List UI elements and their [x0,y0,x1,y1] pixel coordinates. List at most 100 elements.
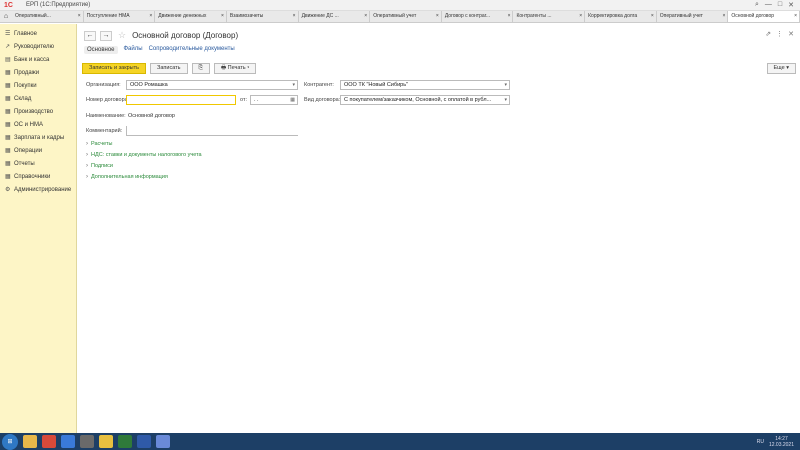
sidebar-item-sales[interactable]: ▦ Продажи [0,66,76,79]
sidebar-item-operations[interactable]: ▦ Операции [0,144,76,157]
date-label: от: [240,97,247,103]
close-button[interactable]: ✕ [788,1,794,9]
close-tab-icon[interactable]: × [78,11,81,22]
forward-button[interactable]: → [100,30,112,41]
word-icon[interactable] [137,435,151,448]
contract-type-value: С покупателем/заказчиком, Основной, с оп… [344,97,492,103]
group-label: Подписи [91,163,113,169]
tab-3[interactable]: Движение денежных × [155,11,227,22]
back-button[interactable]: ← [84,30,96,41]
save-close-button[interactable]: Записать и закрыть [82,63,147,74]
image-viewer-icon[interactable] [156,435,170,448]
attach-icon[interactable]: ⎘ [191,63,210,74]
chevron-down-icon[interactable]: ▾ [504,96,507,104]
system-tray: RU 14:27 12.03.2021 [757,436,800,448]
clock[interactable]: 14:27 12.03.2021 [769,436,794,448]
tab-1[interactable]: Оперативный... × [12,11,84,22]
close-tab-icon[interactable]: × [722,11,725,22]
tab-7[interactable]: Договор с контраг... × [442,11,514,22]
section-files[interactable]: Файлы [124,46,143,54]
group-signatures[interactable]: › Подписи [86,163,113,169]
tab-label: Корректировка долга [588,13,638,19]
section-main[interactable]: Основное [84,46,118,54]
os-taskbar: ⊞ RU 14:27 12.03.2021 [0,433,800,450]
tab-label: Контрагенты ... [516,13,552,19]
sidebar: ☰ Главное ↗ Руководителю ▤ Банк и касса ▦ Пр… [0,24,77,433]
print-button[interactable]: 🖶 Печать ▾ [213,63,257,74]
close-form-icon[interactable]: ✕ [788,30,794,38]
tab-9[interactable]: Корректировка долга × [585,11,657,22]
sidebar-item-purchases[interactable]: ▦ Покупки [0,79,76,92]
sidebar-item-catalogs[interactable]: ▦ Справочники [0,170,76,183]
date-field[interactable]: . . ▦ [250,95,298,105]
contract-type-field[interactable]: С покупателем/заказчиком, Основной, с оп… [340,95,510,105]
close-tab-icon[interactable]: × [651,11,654,22]
close-tab-icon[interactable]: × [364,11,367,22]
sidebar-item-assets[interactable]: ▦ ОС и НМА [0,118,76,131]
tab-8[interactable]: Контрагенты ... × [513,11,586,22]
link-icon[interactable]: ⇗ [765,30,771,38]
save-button[interactable]: Записать [150,63,188,74]
tab-10[interactable]: Оперативный учет × [657,11,729,22]
minimize-button[interactable]: — [765,1,772,9]
search-icon[interactable]: ⌕ [755,1,759,9]
more-icon[interactable]: ⋮ [776,30,783,38]
tab-6[interactable]: Оперативный учет × [370,11,442,22]
home-icon[interactable]: ⌂ [0,11,12,22]
maximize-button[interactable]: □ [778,1,782,9]
app-logo: 1С [4,1,13,9]
chevron-down-icon[interactable]: ▾ [504,81,507,89]
counterparty-field[interactable]: ООО ТК "Новый Сибирь" ▾ [340,80,510,90]
close-tab-icon[interactable]: × [794,11,797,22]
group-additional-info[interactable]: › Дополнительная информация [86,174,168,180]
language-indicator[interactable]: RU [757,439,764,445]
group-vat[interactable]: › НДС: ставки и документы налогового учет… [86,152,202,158]
calendar-icon[interactable]: ▦ [290,96,295,104]
more-button[interactable]: Еще ▾ [766,63,796,74]
number-label: Номер договора: [86,97,130,103]
tab-2[interactable]: Поступление НМА × [84,11,156,22]
sidebar-item-bank[interactable]: ▤ Банк и касса [0,53,76,66]
tab-4[interactable]: Взаимозачеты × [227,11,299,22]
chevron-down-icon[interactable]: ▾ [292,81,295,89]
sidebar-item-reports[interactable]: ▦ Отчеты [0,157,76,170]
excel-icon[interactable] [118,435,132,448]
close-tab-icon[interactable]: × [579,11,582,22]
close-tab-icon[interactable]: × [149,11,152,22]
number-field[interactable] [126,95,236,105]
gear-icon: ⚙ [5,187,11,193]
tab-5[interactable]: Движение ДС ... × [299,11,371,22]
section-docs[interactable]: Сопроводительные документы [149,46,235,54]
start-button[interactable]: ⊞ [2,433,18,450]
folder-icon[interactable] [23,435,37,448]
sidebar-item-salary[interactable]: ▦ Зарплата и кадры [0,131,76,144]
report-icon: ▦ [5,161,11,167]
name-value[interactable]: Основной договор [128,113,175,119]
sidebar-item-label: Производство [14,108,54,115]
sidebar-item-label: Операции [14,147,43,154]
sidebar-item-warehouse[interactable]: ▦ Склад [0,92,76,105]
org-label: Организация: [86,82,121,88]
close-tab-icon[interactable]: × [221,11,224,22]
tab-11-active[interactable]: Основной договор × [728,11,800,22]
sidebar-item-main[interactable]: ☰ Главное [0,27,76,40]
sidebar-item-manager[interactable]: ↗ Руководителю [0,40,76,53]
ie-icon[interactable] [61,435,75,448]
close-tab-icon[interactable]: × [508,11,511,22]
browser-icon[interactable] [42,435,56,448]
date-value: . . [254,97,259,103]
calculator-icon[interactable] [80,435,94,448]
assets-icon: ▦ [5,122,11,128]
onec-icon[interactable] [99,435,113,448]
org-field[interactable]: ООО Ромашка ▾ [126,80,298,90]
sidebar-item-production[interactable]: ▦ Производство [0,105,76,118]
comment-field[interactable] [126,126,298,136]
star-icon[interactable]: ☆ [118,30,126,41]
counterparty-label: Контрагент: [304,82,334,88]
menu-icon: ☰ [5,31,11,37]
factory-icon: ▦ [5,109,11,115]
close-tab-icon[interactable]: × [293,11,296,22]
close-tab-icon[interactable]: × [436,11,439,22]
group-settlements[interactable]: › Расчеты [86,141,112,147]
sidebar-item-admin[interactable]: ⚙ Администрирование [0,183,76,196]
